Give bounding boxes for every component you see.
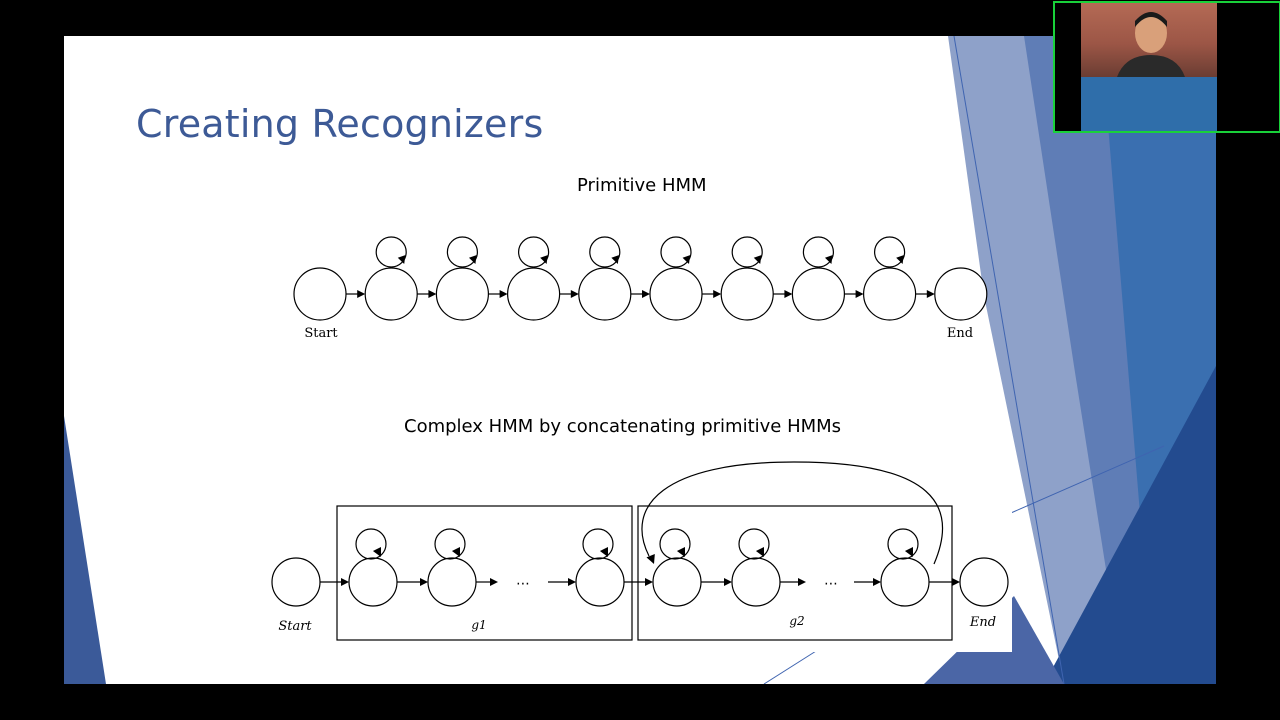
arrow-head bbox=[341, 578, 349, 586]
self-loop bbox=[582, 528, 614, 560]
group-label-g1: g1 bbox=[471, 618, 486, 632]
slide: Creating Recognizers Primitive HMM Start… bbox=[64, 36, 1216, 684]
arrow-head bbox=[372, 546, 381, 557]
complex-state bbox=[731, 557, 781, 607]
arrow-head bbox=[798, 578, 806, 586]
back-transition-arc bbox=[641, 461, 943, 565]
complex-end-state bbox=[959, 557, 1009, 607]
self-loop bbox=[434, 528, 466, 560]
arrow-head bbox=[952, 578, 960, 586]
group-label-g2: g2 bbox=[789, 614, 804, 628]
ellipsis-g1: ⋯ bbox=[516, 576, 530, 592]
arrow-head bbox=[646, 553, 655, 564]
complex-state bbox=[427, 557, 477, 607]
arrow-head bbox=[451, 546, 460, 557]
arrow-head bbox=[676, 546, 685, 557]
arrow-head bbox=[904, 546, 913, 557]
ellipsis-g2: ⋯ bbox=[824, 576, 838, 592]
self-loop bbox=[887, 528, 919, 560]
complex-state bbox=[348, 557, 398, 607]
complex-state bbox=[652, 557, 702, 607]
complex-state bbox=[575, 557, 625, 607]
complex-start-state bbox=[271, 557, 321, 607]
complex-state bbox=[880, 557, 930, 607]
complex-end-label: End bbox=[969, 615, 996, 630]
presenter-avatar bbox=[1117, 12, 1185, 77]
complex-start-label: Start bbox=[278, 619, 312, 634]
arrow-head bbox=[420, 578, 428, 586]
self-loop bbox=[738, 528, 770, 560]
arrow-head bbox=[645, 578, 653, 586]
arrow-head bbox=[724, 578, 732, 586]
self-loop bbox=[659, 528, 691, 560]
arrow-head bbox=[755, 546, 764, 557]
complex-hmm-diagram: Start End g1 g2 ⋯ ⋯ bbox=[271, 461, 1009, 641]
arrow-head bbox=[568, 578, 576, 586]
arrow-head bbox=[873, 578, 881, 586]
presenter-shirt bbox=[1117, 55, 1185, 77]
webcam-overlay bbox=[1053, 1, 1280, 133]
arrow-head bbox=[599, 546, 608, 557]
arrow-head bbox=[490, 578, 498, 586]
self-loop bbox=[355, 528, 387, 560]
